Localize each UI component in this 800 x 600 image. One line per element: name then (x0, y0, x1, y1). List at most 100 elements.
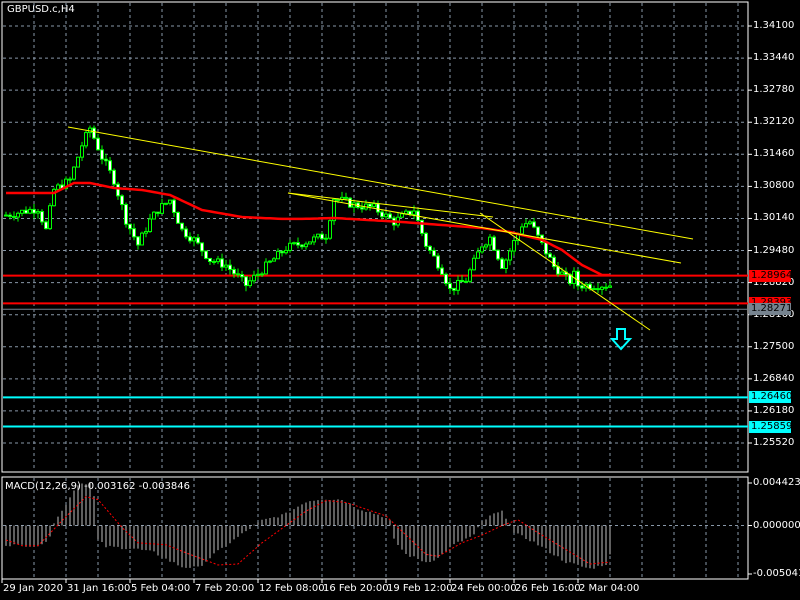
candle (128, 223, 132, 230)
candle (120, 195, 124, 206)
candle (12, 215, 16, 218)
candle (212, 260, 216, 263)
candle (244, 276, 248, 287)
candle (428, 245, 432, 251)
candle (200, 242, 204, 252)
candle (504, 259, 508, 270)
candle (472, 257, 476, 271)
candle (240, 274, 244, 278)
price-tick-label: 1.32780 (753, 84, 795, 96)
candle (444, 273, 448, 285)
candle (580, 285, 584, 289)
candle (228, 264, 232, 270)
candle (116, 183, 120, 197)
time-axis-label: 24 Feb 00:00 (451, 583, 517, 594)
candle (272, 258, 276, 262)
candle (348, 197, 352, 208)
candle (424, 232, 428, 247)
candle (596, 288, 600, 291)
main-frame (1, 1, 749, 473)
price-tick-label: 1.30800 (753, 180, 795, 192)
candle (72, 166, 76, 180)
candle (232, 268, 236, 275)
candle (76, 156, 80, 168)
candle (440, 267, 444, 275)
candle (48, 205, 52, 230)
candle (524, 223, 528, 228)
candle (448, 283, 452, 289)
candle (304, 243, 308, 248)
candle (308, 241, 312, 245)
candle (316, 233, 320, 238)
candle (292, 242, 296, 245)
candle (508, 250, 512, 261)
candle (372, 203, 376, 207)
candle (312, 236, 316, 243)
candle (360, 206, 364, 210)
candle (152, 211, 156, 220)
candle (248, 280, 252, 287)
candle (400, 213, 404, 218)
candle (284, 249, 288, 254)
candle (176, 211, 180, 224)
candle (236, 273, 240, 276)
candle (368, 203, 372, 207)
candle (484, 244, 488, 248)
candle (204, 250, 208, 259)
candle (56, 184, 60, 190)
time-axis-label: 2 Mar 04:00 (579, 583, 640, 594)
candle (20, 209, 24, 214)
time-axis-label: 19 Feb 12:00 (387, 583, 453, 594)
price-tick-label: 1.33440 (753, 52, 795, 64)
candle (252, 274, 256, 282)
candle (136, 236, 140, 246)
candle (492, 236, 496, 251)
candle (100, 149, 104, 160)
trendline (287, 192, 682, 264)
candle (324, 237, 328, 240)
price-tick-label: 1.26180 (753, 404, 795, 416)
candle (280, 250, 284, 254)
time-axis-label: 16 Feb 20:00 (323, 583, 389, 594)
candle (328, 220, 332, 239)
candle (276, 250, 280, 260)
candle (456, 279, 460, 291)
candle (480, 246, 484, 253)
candle (380, 211, 384, 218)
candle (432, 249, 436, 257)
candle (460, 279, 464, 283)
candle (528, 221, 532, 225)
candle (40, 211, 44, 223)
price-tick-label: 1.29480 (753, 244, 795, 256)
price-tick-label: 1.34100 (753, 20, 795, 31)
candle (496, 249, 500, 260)
macd-tick-label: 0.004423 (753, 477, 800, 488)
candle (140, 232, 144, 246)
candle (320, 233, 324, 240)
candle (512, 240, 516, 252)
price-chart[interactable] (0, 0, 800, 600)
candle (384, 213, 388, 218)
candle (468, 269, 472, 282)
candle (132, 228, 136, 238)
candle (520, 226, 524, 235)
candle (452, 287, 456, 291)
candle (300, 244, 304, 248)
candle (264, 261, 268, 275)
candle (296, 242, 300, 246)
candle (44, 221, 48, 230)
candle (436, 255, 440, 269)
time-axis-label: 26 Feb 16:00 (515, 583, 581, 594)
candle (536, 226, 540, 236)
candle (32, 208, 36, 214)
candle (108, 160, 112, 171)
candle (148, 218, 152, 233)
candle (600, 286, 604, 290)
candle (196, 237, 200, 244)
price-tick-label: 1.27500 (753, 340, 795, 352)
candle (268, 260, 272, 263)
candle (8, 214, 12, 217)
candle (260, 273, 264, 276)
time-axis-label: 7 Feb 20:00 (195, 583, 255, 594)
support-price-tag: 1.26460 (749, 391, 793, 404)
